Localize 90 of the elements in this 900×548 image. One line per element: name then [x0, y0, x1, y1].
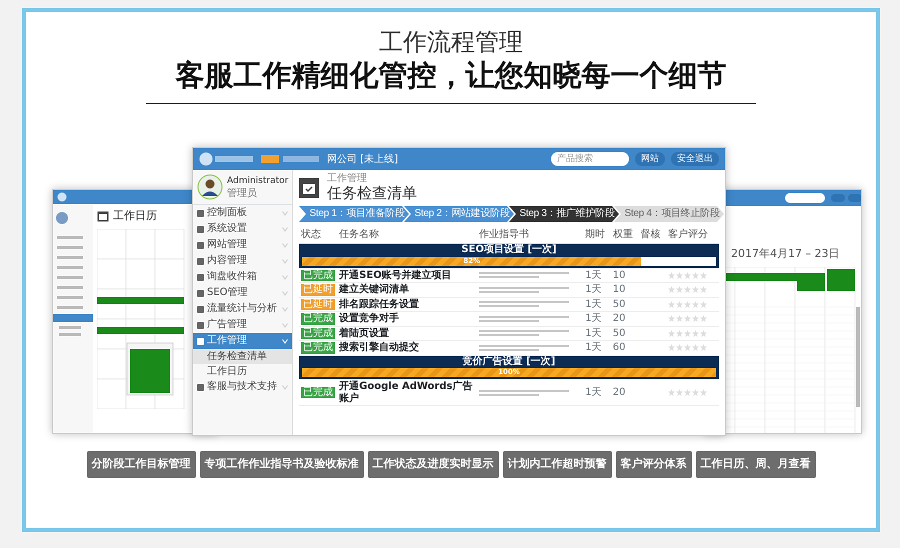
feature-tag: 专项工作作业指导书及验收标准: [200, 451, 364, 478]
breadcrumb: 工作管理: [327, 174, 368, 184]
weight-cell: 20: [610, 380, 638, 406]
sidebar-item[interactable]: 工作管理: [193, 333, 292, 350]
menu-icon: [197, 384, 204, 391]
sidebar-item[interactable]: SEO管理: [193, 285, 292, 302]
menu-icon: [197, 322, 204, 329]
menu-icon: [197, 210, 204, 217]
chevron-icon: [282, 226, 288, 232]
menu-icon: [197, 226, 204, 233]
feature-tag: 分阶段工作目标管理: [86, 451, 196, 478]
company-name: 网公司 [未上线]: [327, 152, 398, 167]
period-cell: 1天: [583, 282, 611, 298]
user-name: Administrator: [227, 175, 288, 188]
chevron-icon: [282, 242, 288, 248]
menu-icon: [197, 306, 204, 313]
task-name: 开通SEO账号并建立项目: [337, 268, 478, 283]
task-name: 开通Google AdWords广告账户: [337, 380, 478, 406]
menu-icon: [197, 258, 204, 265]
group-title: SEO项目设置 [一次]: [460, 244, 558, 256]
weight-cell: 60: [610, 340, 638, 356]
logout-button[interactable]: 安全退出: [671, 152, 719, 166]
avatar-icon: [197, 174, 223, 200]
site-menu[interactable]: 网站: [635, 152, 665, 166]
sidebar-item[interactable]: 控制面板: [193, 205, 292, 222]
period-cell: 1天: [583, 268, 611, 283]
weight-cell: 10: [610, 282, 638, 298]
period-cell: 1天: [583, 312, 611, 326]
task-name: 建立关键词清单: [337, 282, 478, 298]
step-indicator: Step 4：项目终止阶段: [614, 206, 724, 222]
step-indicator: Step 1：项目准备阶段: [299, 206, 409, 222]
status-badge: 已延时: [301, 284, 335, 296]
task-name: 着陆页设置: [337, 326, 478, 341]
chevron-icon: [282, 258, 288, 264]
date-range: 2017年4月17 – 23日: [731, 246, 840, 262]
menu-icon: [197, 290, 204, 297]
user-role: 管理员: [227, 188, 258, 199]
logo-icon: [199, 152, 255, 166]
task-name: 排名跟踪任务设置: [337, 297, 478, 312]
weight-cell: 50: [610, 297, 638, 312]
task-name: 设置竞争对手: [337, 312, 478, 326]
menu-icon: [197, 242, 204, 249]
period-cell: 1天: [583, 297, 611, 312]
submenu-item[interactable]: 任务检查清单: [193, 349, 292, 364]
status-badge: 已完成: [301, 342, 335, 354]
chevron-icon: [282, 274, 288, 280]
menu-icon: [197, 274, 204, 281]
search-field[interactable]: 产品搜索: [551, 152, 629, 166]
status-badge: 已延时: [301, 298, 335, 310]
sidebar-item[interactable]: 广告管理: [193, 317, 292, 334]
status-badge: 已完成: [301, 328, 335, 340]
feature-tag: 工作状态及进度实时显示: [368, 451, 498, 478]
feature-tag: 工作日历、周、月查看: [696, 451, 816, 478]
calendar-icon: [299, 178, 319, 198]
feature-tag: 计划内工作超时预警: [502, 451, 612, 478]
group-title: 竞价广告设置 [一次]: [462, 356, 556, 368]
chevron-icon: [282, 210, 288, 216]
chevron-icon: [282, 290, 288, 296]
status-badge: 已完成: [301, 270, 335, 282]
weight-cell: 20: [610, 312, 638, 326]
logo-icon: [57, 192, 69, 202]
sidebar-item[interactable]: 询盘收件箱: [193, 269, 292, 286]
period-cell: 1天: [583, 340, 611, 356]
sidebar-item[interactable]: 系统设置: [193, 221, 292, 238]
page-heading: 任务检查清单: [327, 184, 417, 202]
period-cell: 1天: [583, 326, 611, 341]
sidebar-item[interactable]: 网站管理: [193, 237, 292, 254]
status-badge: 已完成: [301, 386, 335, 398]
status-badge: 已完成: [301, 313, 335, 325]
task-name: 搜索引擎自动提交: [337, 340, 478, 356]
submenu-item[interactable]: 工作日历: [193, 364, 292, 380]
step-indicator: Step 3：推广维护阶段: [509, 206, 619, 222]
weight-cell: 10: [610, 268, 638, 283]
weight-cell: 50: [610, 326, 638, 341]
window-title: 工作日历: [113, 208, 157, 224]
redacted-drawing: [261, 154, 321, 164]
chevron-icon: [282, 322, 288, 328]
calendar-icon: [97, 210, 109, 222]
feature-tag: 客户评分体系: [616, 451, 692, 478]
page-title: 工作流程管理: [378, 28, 524, 57]
step-indicator: Step 2：网站建设阶段: [404, 206, 514, 222]
period-cell: 1天: [583, 380, 611, 406]
menu-icon: [197, 338, 204, 345]
page-subtitle: 客服工作精细化管控，让您知晓每一个细节: [174, 56, 728, 94]
sidebar-item[interactable]: 内容管理: [193, 253, 292, 270]
sidebar-item[interactable]: 流量统计与分析: [193, 301, 292, 318]
sidebar-item[interactable]: 客服与技术支持: [193, 379, 292, 396]
chevron-icon: [282, 384, 288, 390]
chevron-icon: [282, 338, 288, 344]
chevron-icon: [282, 306, 288, 312]
